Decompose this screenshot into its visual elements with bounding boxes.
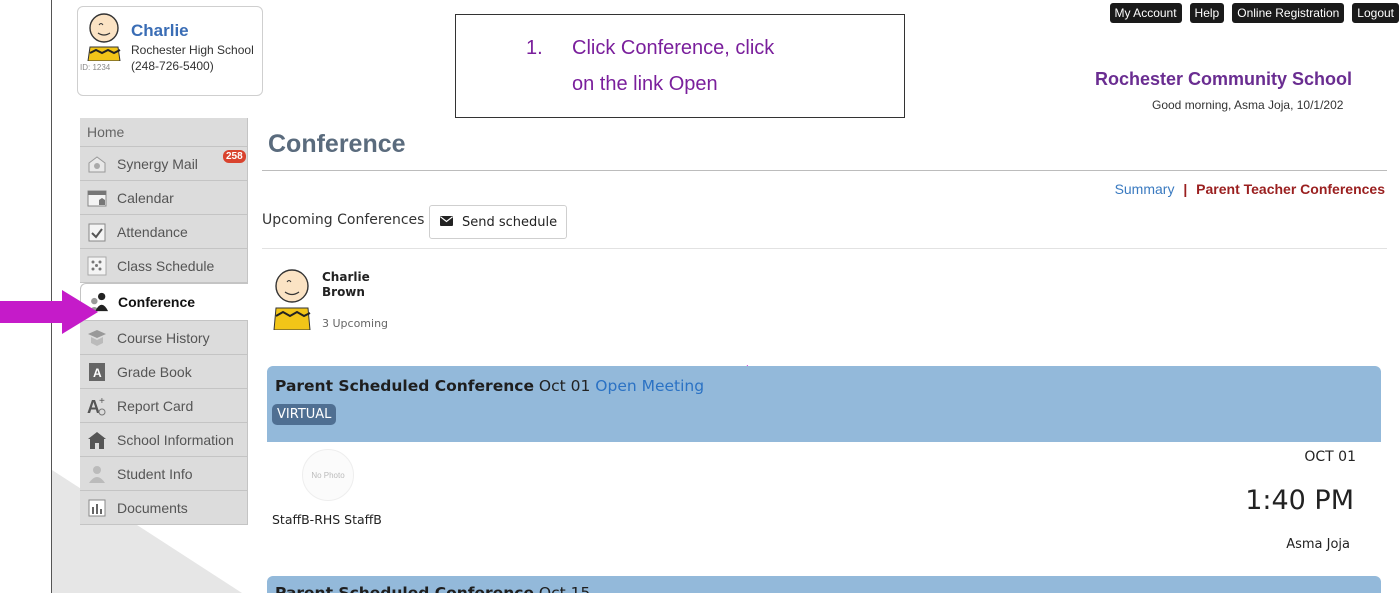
sidebar-item-label: Calendar bbox=[117, 189, 174, 206]
link-separator: | bbox=[1183, 181, 1188, 197]
conference-title-line: Parent Scheduled Conference Oct 15 bbox=[275, 584, 590, 593]
sidebar-item-class-schedule[interactable]: Class Schedule bbox=[80, 249, 248, 283]
send-schedule-label: Send schedule bbox=[462, 214, 558, 230]
student-info-icon bbox=[86, 463, 108, 485]
grade-book-icon: A bbox=[86, 361, 108, 383]
conference-header: Parent Scheduled Conference Oct 01 Open … bbox=[267, 366, 1381, 442]
summary-link[interactable]: Summary bbox=[1115, 181, 1175, 197]
conference-date: Oct 15 bbox=[538, 584, 591, 593]
staff-photo: No Photo bbox=[302, 449, 354, 501]
conference-header-2: Parent Scheduled Conference Oct 15 bbox=[267, 576, 1381, 593]
parent-name: Asma Joja bbox=[1286, 537, 1350, 552]
view-links: Summary | Parent Teacher Conferences bbox=[1115, 181, 1385, 197]
mail-count-badge: 258 bbox=[223, 150, 246, 163]
student-id: ID: 1234 bbox=[80, 63, 111, 72]
sidebar-item-course-history[interactable]: Course History bbox=[80, 321, 248, 355]
sidebar-item-report-card[interactable]: A + Report Card bbox=[80, 389, 248, 423]
student-last-name: Brown bbox=[322, 285, 365, 299]
sidebar-item-label: Synergy Mail bbox=[117, 155, 198, 172]
sidebar-item-label: Grade Book bbox=[117, 363, 192, 380]
student-card[interactable]: Charlie Rochester High School (248-726-5… bbox=[77, 6, 263, 96]
mail-icon bbox=[86, 153, 108, 175]
sidebar-item-label: Student Info bbox=[117, 465, 193, 482]
conference-date-short: OCT 01 bbox=[1304, 449, 1356, 465]
sidebar-item-label: Class Schedule bbox=[117, 257, 215, 274]
student-first-name: Charlie bbox=[322, 270, 370, 284]
student-school: Rochester High School bbox=[131, 43, 254, 57]
svg-text:A: A bbox=[93, 366, 102, 380]
open-meeting-link[interactable]: Open Meeting bbox=[595, 377, 704, 395]
conference-title: Parent Scheduled Conference bbox=[275, 584, 534, 593]
envelope-icon bbox=[440, 215, 453, 230]
parent-teacher-conferences-link[interactable]: Parent Teacher Conferences bbox=[1196, 181, 1385, 197]
callout-line-2: on the link Open bbox=[572, 73, 718, 95]
conference-date: Oct 01 bbox=[538, 377, 591, 395]
upcoming-count: 3 Upcoming bbox=[322, 317, 389, 330]
conference-title-line: Parent Scheduled Conference Oct 01 Open … bbox=[275, 377, 704, 395]
documents-icon bbox=[86, 497, 108, 519]
sidebar-item-label: Report Card bbox=[117, 397, 194, 414]
student-name: Charlie bbox=[131, 21, 189, 40]
school-icon bbox=[86, 429, 108, 451]
no-photo-text: No Photo bbox=[311, 470, 345, 480]
sidebar-nav: Home Synergy Mail 258 Calendar Attendanc… bbox=[80, 118, 248, 525]
sidebar-item-label: Attendance bbox=[117, 223, 188, 240]
instruction-callout: 1. Click Conference, click on the link O… bbox=[455, 14, 905, 118]
upcoming-conferences-label: Upcoming Conferences bbox=[262, 212, 425, 228]
student-avatar bbox=[82, 11, 128, 66]
greeting-text: Good morning, Asma Joja, 10/1/202 bbox=[1152, 98, 1344, 112]
staff-name: StaffB-RHS StaffB bbox=[272, 512, 382, 527]
conference-title: Parent Scheduled Conference bbox=[275, 377, 534, 395]
sidebar-item-label: Home bbox=[87, 124, 125, 140]
sidebar-item-label: Conference bbox=[118, 294, 196, 310]
sidebar-item-school-information[interactable]: School Information bbox=[80, 423, 248, 457]
sidebar-item-label: School Information bbox=[117, 431, 234, 448]
svg-text:+: + bbox=[99, 396, 105, 407]
sidebar-item-student-info[interactable]: Student Info bbox=[80, 457, 248, 491]
calendar-icon bbox=[86, 187, 108, 209]
sidebar-item-synergy-mail[interactable]: Synergy Mail 258 bbox=[80, 147, 248, 181]
sidebar-item-label: Course History bbox=[117, 329, 210, 346]
conference-time: 1:40 PM bbox=[1245, 485, 1354, 516]
top-button-bar: My Account Help Online Registration Logo… bbox=[1109, 3, 1399, 23]
sidebar-item-documents[interactable]: Documents bbox=[80, 491, 248, 525]
title-divider bbox=[262, 170, 1387, 171]
my-account-button[interactable]: My Account bbox=[1109, 3, 1182, 23]
callout-line-1: Click Conference, click bbox=[572, 37, 775, 59]
virtual-badge: VIRTUAL bbox=[272, 404, 337, 425]
callout-number: 1. bbox=[526, 37, 543, 59]
sidebar-item-calendar[interactable]: Calendar bbox=[80, 181, 248, 215]
school-title: Rochester Community School bbox=[1095, 69, 1353, 89]
student-avatar bbox=[268, 268, 316, 335]
send-schedule-button[interactable]: Send schedule bbox=[429, 205, 567, 239]
sidebar-item-label: Documents bbox=[117, 499, 188, 516]
page-title: Conference bbox=[268, 130, 406, 158]
sidebar-item-grade-book[interactable]: A Grade Book bbox=[80, 355, 248, 389]
section-divider bbox=[262, 248, 1387, 249]
sidebar-item-conference[interactable]: Conference bbox=[80, 283, 248, 321]
logout-button[interactable]: Logout bbox=[1352, 3, 1399, 23]
report-card-icon: A + bbox=[86, 395, 108, 417]
schedule-icon bbox=[86, 255, 108, 277]
student-phone: (248-726-5400) bbox=[131, 59, 214, 73]
sidebar-item-attendance[interactable]: Attendance bbox=[80, 215, 248, 249]
attendance-icon bbox=[86, 221, 108, 243]
annotation-arrow-conference bbox=[0, 290, 100, 339]
sidebar-item-home[interactable]: Home bbox=[80, 118, 248, 147]
help-button[interactable]: Help bbox=[1189, 3, 1225, 23]
online-registration-button[interactable]: Online Registration bbox=[1232, 3, 1345, 23]
